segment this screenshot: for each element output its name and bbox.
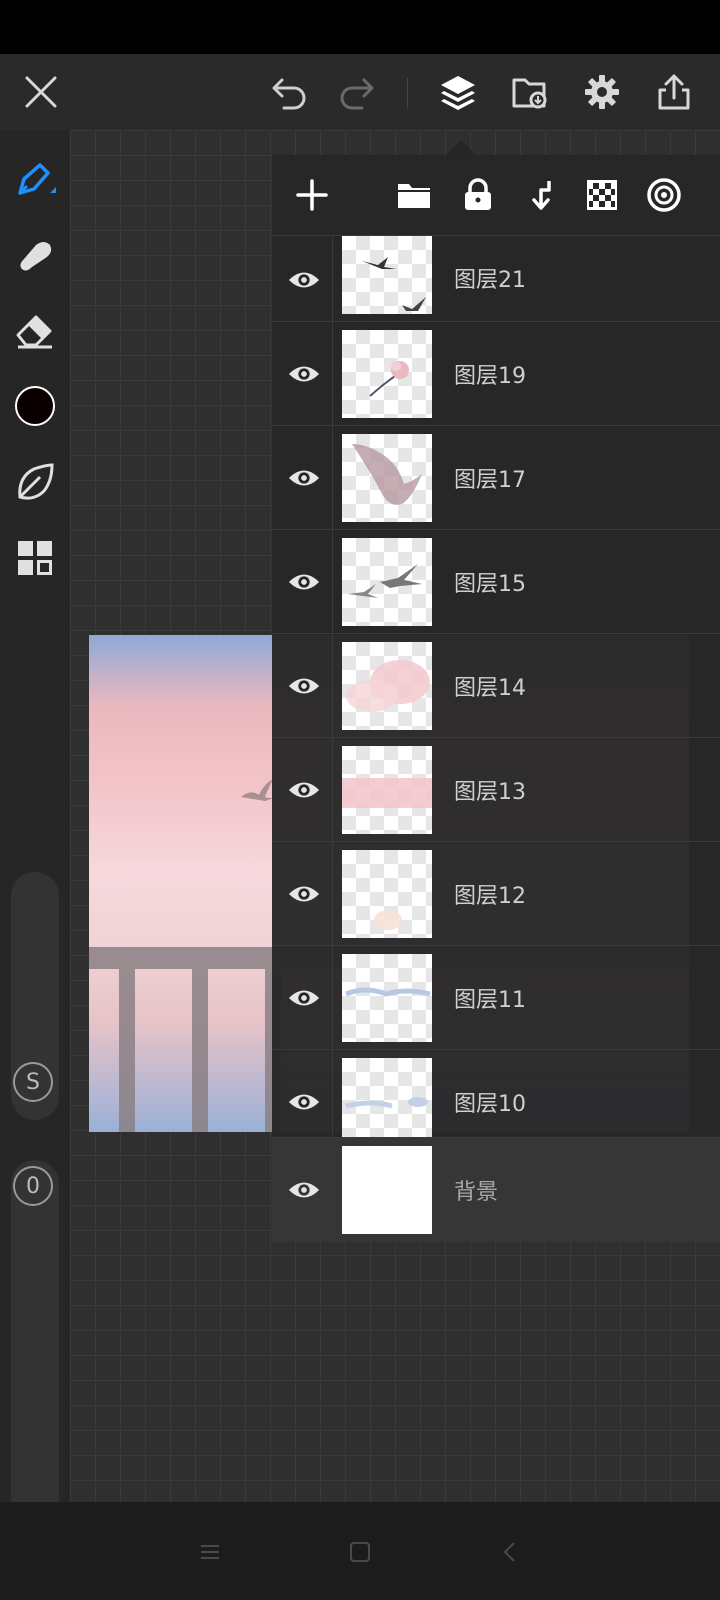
rail-post bbox=[192, 969, 208, 1132]
layer-row[interactable]: 图层17 bbox=[272, 425, 720, 530]
layer-thumbnail bbox=[342, 1058, 432, 1146]
opacity-label: 0 bbox=[13, 1166, 53, 1206]
layer-thumbnail bbox=[342, 330, 432, 418]
brush-size-label: S bbox=[13, 1062, 53, 1102]
merge-down-icon[interactable] bbox=[518, 171, 566, 219]
visibility-eye-icon[interactable] bbox=[284, 874, 324, 914]
visibility-eye-icon[interactable] bbox=[284, 260, 324, 300]
color-swatch[interactable] bbox=[11, 382, 59, 430]
layer-name: 图层12 bbox=[454, 884, 526, 909]
layer-thumbnail bbox=[342, 236, 432, 314]
layer-thumbnail bbox=[342, 954, 432, 1042]
top-toolbar bbox=[0, 54, 720, 130]
smudge-tool-icon[interactable] bbox=[11, 232, 59, 280]
reference-icon[interactable] bbox=[640, 171, 688, 219]
layer-thumbnail bbox=[342, 746, 432, 834]
system-nav-bar bbox=[0, 1502, 720, 1600]
settings-icon[interactable] bbox=[578, 68, 626, 116]
visibility-eye-icon[interactable] bbox=[284, 978, 324, 1018]
layer-name: 图层13 bbox=[454, 780, 526, 805]
layer-row[interactable]: 图层19 bbox=[272, 321, 720, 426]
share-icon[interactable] bbox=[650, 68, 698, 116]
layer-row[interactable]: 图层14 bbox=[272, 633, 720, 738]
lock-icon[interactable] bbox=[454, 171, 502, 219]
layer-thumbnail bbox=[342, 642, 432, 730]
layer-name: 图层21 bbox=[454, 268, 526, 293]
layer-row[interactable]: 图层21 bbox=[272, 235, 720, 322]
add-layer-icon[interactable] bbox=[288, 171, 336, 219]
status-bar bbox=[0, 0, 720, 54]
layer-name: 图层14 bbox=[454, 676, 526, 701]
folder-icon[interactable] bbox=[390, 171, 438, 219]
layer-thumbnail bbox=[342, 850, 432, 938]
layer-panel: 图层21 图层19 图层17 图层15 图层14 图层13 图层12 图层11 … bbox=[272, 155, 720, 1242]
layer-thumbnail bbox=[342, 538, 432, 626]
left-toolbar: S 0 bbox=[0, 130, 70, 1540]
visibility-eye-icon[interactable] bbox=[284, 1082, 324, 1122]
menu-nav-icon[interactable] bbox=[190, 1532, 230, 1572]
visibility-eye-icon[interactable] bbox=[284, 1170, 324, 1210]
visibility-eye-icon[interactable] bbox=[284, 562, 324, 602]
redo-icon[interactable] bbox=[332, 68, 380, 116]
layer-row[interactable]: 图层12 bbox=[272, 841, 720, 946]
toolbar-divider bbox=[407, 78, 408, 108]
opacity-slider[interactable] bbox=[11, 1160, 59, 1540]
layer-name: 图层15 bbox=[454, 572, 526, 597]
home-nav-icon[interactable] bbox=[340, 1532, 380, 1572]
layer-name: 图层11 bbox=[454, 988, 526, 1013]
transparency-icon[interactable] bbox=[578, 171, 626, 219]
visibility-eye-icon[interactable] bbox=[284, 770, 324, 810]
visibility-eye-icon[interactable] bbox=[284, 354, 324, 394]
layer-name: 图层19 bbox=[454, 364, 526, 389]
layer-row[interactable]: 图层15 bbox=[272, 529, 720, 634]
layer-row[interactable]: 背景 bbox=[272, 1137, 720, 1242]
gallery-icon[interactable] bbox=[11, 534, 59, 582]
pen-tool-icon[interactable] bbox=[11, 156, 59, 204]
layer-name: 图层10 bbox=[454, 1092, 526, 1117]
layer-thumbnail bbox=[342, 1146, 432, 1234]
back-nav-icon[interactable] bbox=[490, 1532, 530, 1572]
layer-name: 图层17 bbox=[454, 468, 526, 493]
visibility-eye-icon[interactable] bbox=[284, 458, 324, 498]
layer-row[interactable]: 图层13 bbox=[272, 737, 720, 842]
visibility-eye-icon[interactable] bbox=[284, 666, 324, 706]
close-icon[interactable] bbox=[17, 68, 65, 116]
import-file-icon[interactable] bbox=[506, 68, 554, 116]
layer-panel-toolbar bbox=[272, 155, 720, 235]
eraser-tool-icon[interactable] bbox=[11, 306, 59, 354]
layer-thumbnail bbox=[342, 434, 432, 522]
brush-library-icon[interactable] bbox=[11, 458, 59, 506]
rail-post bbox=[119, 969, 135, 1132]
layers-icon[interactable] bbox=[434, 68, 482, 116]
panel-pointer bbox=[445, 140, 477, 156]
layer-row[interactable]: 图层11 bbox=[272, 945, 720, 1050]
layer-name: 背景 bbox=[454, 1180, 499, 1205]
undo-icon[interactable] bbox=[266, 68, 314, 116]
